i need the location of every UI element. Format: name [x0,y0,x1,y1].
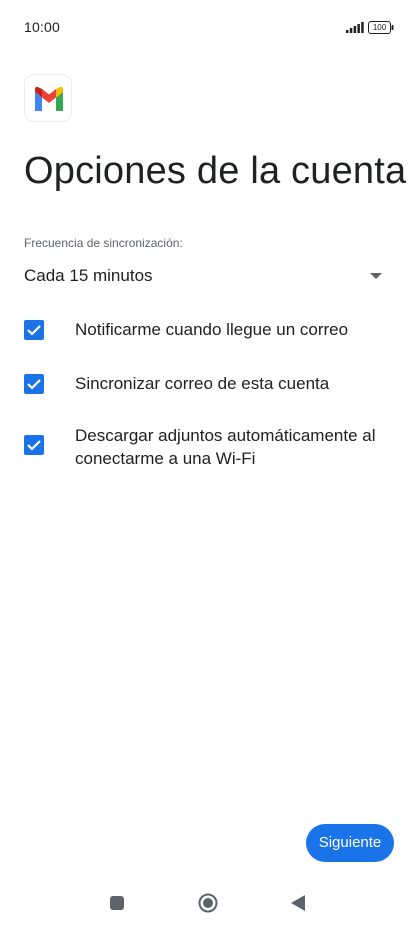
sync-frequency-label: Frecuencia de sincronización: [24,236,183,250]
battery-level: 100 [372,23,387,32]
status-bar: 10:00 100 [0,0,418,56]
check-icon [27,325,41,336]
option-notify-row[interactable]: Notificarme cuando llegue un correo [24,318,394,342]
notify-label: Notificarme cuando llegue un correo [75,320,349,339]
gmail-logo-icon [24,74,72,122]
sync-label: Sincronizar correo de esta cuenta [75,374,330,393]
next-button[interactable]: Siguiente [306,824,394,862]
sync-frequency-dropdown[interactable]: Cada 15 minutos [24,258,394,294]
signal-bars-icon [346,22,364,33]
status-time: 10:00 [24,19,61,35]
sync-frequency-value: Cada 15 minutos [24,266,153,285]
check-icon [27,379,41,390]
notify-checkbox[interactable] [24,320,44,340]
dropdown-arrow-icon [370,273,382,279]
sync-checkbox[interactable] [24,374,44,394]
download-checkbox[interactable] [24,435,44,455]
page-title: Opciones de la cuenta [24,150,407,192]
home-circle-icon[interactable] [198,893,218,913]
option-download-row[interactable]: Descargar adjuntos automáticamente al co… [24,424,394,472]
download-label: Descargar adjuntos automáticamente al co… [75,426,376,468]
back-triangle-icon[interactable] [290,894,306,912]
recents-square-icon[interactable] [110,896,124,910]
navigation-bar [0,880,418,928]
option-sync-row[interactable]: Sincronizar correo de esta cuenta [24,372,394,396]
check-icon [27,440,41,451]
